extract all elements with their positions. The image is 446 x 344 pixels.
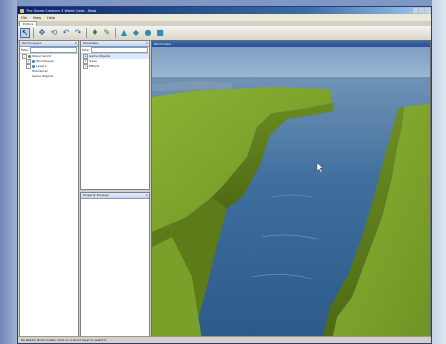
tree-item[interactable]: Game Objects (20, 74, 78, 79)
expand-icon[interactable]: + (83, 64, 88, 69)
window-title: The Game Creators 3 World Code - Beta (26, 8, 97, 13)
world-layers-tree: - Object world + World/Layer - Level 1 H… (20, 54, 78, 79)
toolbar-separator (33, 28, 34, 38)
templates-panel: Templates × Filter + Game Objects + Tree… (80, 40, 150, 190)
desktop-background-left (0, 0, 17, 344)
redo-icon[interactable]: ↷ (73, 28, 83, 38)
close-icon[interactable]: × (145, 41, 148, 46)
editor-window: The Game Creators 3 World Code - Beta Fi… (17, 6, 432, 344)
tab-editors[interactable]: Editors (19, 21, 38, 26)
templates-filter: Filter (81, 47, 149, 54)
maximize-button[interactable] (419, 8, 424, 13)
templates-tree: + Game Objects + Trees + Effects (81, 54, 149, 69)
title-bar[interactable]: The Game Creators 3 World Code - Beta (18, 7, 431, 14)
filter-label: Filter (82, 48, 90, 52)
select-tool-icon[interactable]: ↖ (20, 28, 30, 38)
close-icon[interactable]: × (145, 193, 148, 198)
menu-help[interactable]: Help (47, 16, 55, 20)
collapse-icon[interactable]: - (26, 64, 31, 69)
close-button[interactable] (425, 8, 430, 13)
toolbar-separator (115, 28, 116, 38)
world-viewport[interactable]: World View (151, 40, 431, 337)
terrain-smooth-icon[interactable]: ● (143, 28, 153, 38)
minimize-button[interactable] (413, 8, 418, 13)
tree-item-label: Effects (89, 64, 100, 68)
viewport-header: World View (152, 41, 430, 47)
terrain-lower-icon[interactable]: ◆ (131, 28, 141, 38)
menu-view[interactable]: View (33, 16, 41, 20)
menu-file[interactable]: File (21, 16, 27, 20)
world-layers-panel: World Layers × Filter - Object world + W… (19, 40, 79, 337)
workspace: World Layers × Filter - Object world + W… (18, 40, 431, 337)
desktop-background-right (432, 0, 446, 344)
move-tool-icon[interactable]: ✥ (37, 28, 47, 38)
layer-icon (32, 60, 35, 63)
rotate-tool-icon[interactable]: ⟲ (49, 28, 59, 38)
close-icon[interactable]: × (74, 41, 77, 46)
brush-icon[interactable]: ✎ (102, 28, 112, 38)
tree-item[interactable]: + Effects (81, 64, 149, 69)
toolbar-separator (86, 28, 87, 38)
templates-title: Templates (83, 41, 99, 45)
terrain-flatten-icon[interactable]: ■ (155, 28, 165, 38)
status-bar: Re Ready! Build routes: Click on a world… (18, 336, 431, 343)
terrain-raise-icon[interactable]: ▲ (119, 28, 129, 38)
globe-icon (28, 55, 31, 58)
menu-bar: File View Help (18, 14, 431, 21)
tree-item-label: Game Objects (32, 74, 54, 78)
paint-bucket-icon[interactable]: ♦ (90, 28, 100, 38)
property-browser-header: Property Browser × (81, 193, 149, 199)
app-icon (20, 8, 24, 13)
window-controls (413, 8, 431, 13)
property-browser-panel: Property Browser × (80, 192, 150, 337)
undo-icon[interactable]: ↶ (61, 28, 71, 38)
property-browser-title: Property Browser (83, 193, 109, 197)
filter-label: Filter (21, 48, 29, 52)
terrain-scene[interactable] (152, 47, 431, 337)
world-layers-filter: Filter (20, 47, 78, 54)
filter-input[interactable] (91, 47, 148, 53)
filter-input[interactable] (30, 47, 77, 53)
layer-icon (32, 65, 35, 68)
toolbar: ↖ ✥ ⟲ ↶ ↷ ♦ ✎ ▲ ◆ ● ■ (18, 26, 431, 41)
world-layers-title: World Layers (22, 41, 42, 45)
